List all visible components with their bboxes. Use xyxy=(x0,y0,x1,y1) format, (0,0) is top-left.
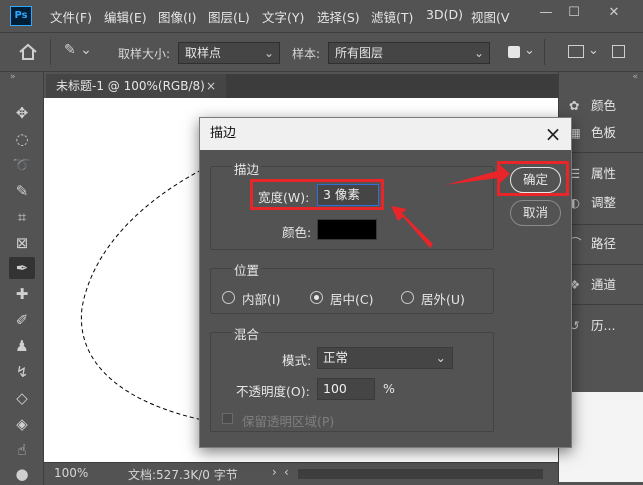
annotation-arrows xyxy=(391,164,510,248)
arrow-to-width-icon xyxy=(391,206,433,248)
arrow-to-ok-icon xyxy=(445,164,510,185)
